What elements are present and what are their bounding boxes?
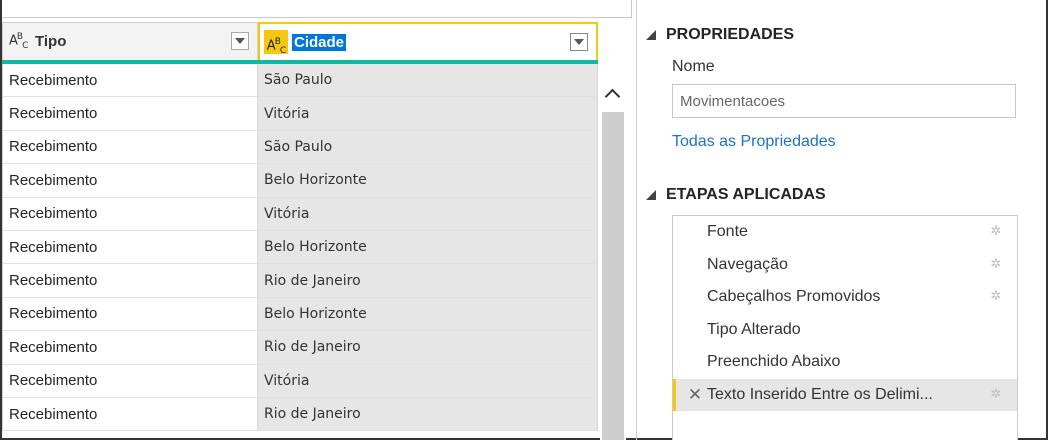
applied-step-label: Tipo Alterado [707,320,801,338]
column-header-label[interactable]: Cidade [292,33,347,51]
applied-step-label: Cabeçalhos Promovidos [707,288,881,306]
cell-cidade[interactable]: Vitória [258,197,598,231]
cell-cidade[interactable]: Vitória [258,97,598,131]
collapse-triangle-icon[interactable] [646,30,656,40]
chevron-down-icon [574,39,584,45]
query-settings-panel: PROPRIEDADES Nome Todas as Propriedades … [640,0,1044,440]
applied-step-label: Navegação [707,255,788,273]
cell-cidade[interactable]: Rio de Janeiro [258,397,598,432]
table-row: Recebimento São Paulo [2,130,600,165]
applied-step-label: Texto Inserido Entre os Delimi... [707,385,933,403]
cell-cidade[interactable]: São Paulo [258,64,598,98]
data-grid: ABC Tipo ABC Cidade Recebimento São Paulo… [2,22,600,432]
text-type-icon[interactable]: ABC [264,30,288,56]
delete-step-icon[interactable]: ✕ [687,385,703,405]
cell-tipo[interactable]: Recebimento [2,97,258,131]
gear-icon[interactable]: ✲ [989,386,1003,401]
cell-tipo[interactable]: Recebimento [2,230,258,265]
cell-tipo[interactable]: Recebimento [2,331,258,365]
cell-cidade[interactable]: São Paulo [258,130,598,165]
query-name-input[interactable] [672,84,1016,118]
cell-tipo[interactable]: Recebimento [2,164,258,198]
text-type-icon[interactable]: ABC [9,32,35,51]
properties-section-header[interactable]: PROPRIEDADES [646,26,794,44]
scroll-up-icon[interactable] [606,88,620,102]
filter-dropdown-button[interactable] [570,33,588,51]
applied-step-label: Fonte [707,223,748,241]
cell-cidade[interactable]: Rio de Janeiro [258,264,598,298]
applied-steps-title: ETAPAS APLICADAS [666,186,826,203]
grid-body: Recebimento São Paulo Recebimento Vitória Re… [2,64,600,432]
table-row: Recebimento Belo Horizonte [2,230,600,265]
cell-cidade[interactable]: Vitória [258,364,598,398]
cell-tipo[interactable]: Recebimento [2,364,258,398]
cell-tipo[interactable]: Recebimento [2,64,258,98]
applied-steps-list: Fonte ✲ Navegação ✲ Cabeçalhos Promovidos ✲ Ti… [672,215,1018,440]
column-header-cidade[interactable]: ABC Cidade [258,22,598,60]
properties-title: PROPRIEDADES [666,26,795,43]
table-row: Recebimento Rio de Janeiro [2,397,600,432]
cell-tipo[interactable]: Recebimento [2,397,258,432]
cell-tipo[interactable]: Recebimento [2,297,258,332]
table-row: Recebimento Belo Horizonte [2,164,600,198]
cell-cidade[interactable]: Belo Horizonte [258,297,598,332]
table-row: Recebimento São Paulo [2,64,600,98]
cell-cidade[interactable]: Belo Horizonte [258,164,598,198]
table-row: Recebimento Vitória [2,97,600,131]
applied-steps-section-header[interactable]: ETAPAS APLICADAS [646,186,826,204]
cell-tipo[interactable]: Recebimento [2,130,258,165]
applied-step[interactable]: Cabeçalhos Promovidos ✲ [673,281,1017,314]
applied-step[interactable]: Preenchido Abaixo [673,346,1017,379]
name-label: Nome [672,58,715,75]
grid-header-row: ABC Tipo ABC Cidade [2,22,600,60]
table-row: Recebimento Vitória [2,197,600,231]
cell-tipo[interactable]: Recebimento [2,264,258,298]
chevron-down-icon [235,38,245,44]
all-properties-link[interactable]: Todas as Propriedades [672,133,836,151]
table-row: Recebimento Rio de Janeiro [2,264,600,298]
table-row: Recebimento Vitória [2,364,600,398]
cell-cidade[interactable]: Belo Horizonte [258,230,598,265]
applied-step-label: Preenchido Abaixo [707,353,841,371]
scrollbar-thumb[interactable] [602,112,624,440]
table-row: Recebimento Rio de Janeiro [2,331,600,365]
cell-tipo[interactable]: Recebimento [2,197,258,231]
applied-step[interactable]: ✕ Texto Inserido Entre os Delimi... ✲ [673,378,1017,411]
collapse-triangle-icon[interactable] [646,190,656,200]
filter-dropdown-button[interactable] [231,32,249,50]
gear-icon[interactable]: ✲ [989,256,1003,271]
column-header-tipo[interactable]: ABC Tipo [2,22,258,60]
column-header-label: Tipo [35,33,67,50]
pane-divider[interactable] [636,0,637,440]
formula-bar-strip[interactable] [2,0,632,18]
applied-step[interactable]: Tipo Alterado [673,314,1017,347]
gear-icon[interactable]: ✲ [989,289,1003,303]
gear-icon[interactable]: ✲ [989,224,1003,238]
vertical-scrollbar[interactable] [600,82,626,440]
applied-step[interactable]: Navegação ✲ [673,249,1017,282]
table-row: Recebimento Belo Horizonte [2,297,600,332]
cell-cidade[interactable]: Rio de Janeiro [258,331,598,365]
applied-step[interactable]: Fonte ✲ [673,216,1017,249]
